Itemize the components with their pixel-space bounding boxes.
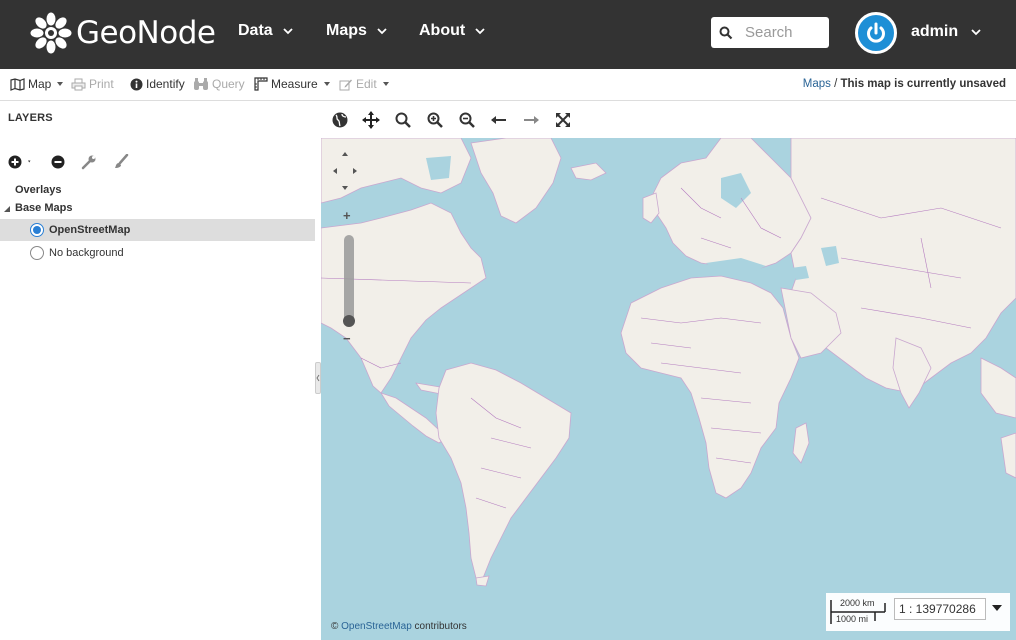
expand-triangle-icon[interactable] — [3, 205, 11, 213]
search-icon — [719, 26, 733, 39]
globe-icon[interactable] — [331, 111, 349, 129]
map-icon — [10, 77, 25, 91]
chevron-down-icon — [377, 28, 387, 35]
caret-down-icon[interactable] — [992, 605, 1002, 611]
query-button[interactable]: Query — [193, 77, 245, 91]
scale-km-label: 2000 km — [840, 598, 875, 608]
edit-icon — [339, 79, 352, 90]
binoculars-icon — [194, 77, 208, 90]
scale-select[interactable]: 1 : 139770286 — [894, 598, 986, 620]
nav-data-label: Data — [238, 22, 273, 39]
info-icon — [130, 78, 143, 90]
nav-maps-label: Maps — [326, 22, 367, 39]
layer-radio[interactable] — [30, 246, 44, 260]
geonode-flower-icon — [30, 12, 72, 54]
geonode-logo[interactable]: GeoNode — [30, 10, 216, 56]
previous-extent-icon[interactable] — [490, 111, 508, 129]
attribution-osm-link[interactable]: OpenStreetMap — [341, 621, 412, 632]
chevron-down-icon — [971, 29, 981, 36]
zoom-slider-track[interactable] — [344, 235, 354, 325]
search-box — [711, 17, 829, 48]
scale-widget: 2000 km 1000 mi 1 : 139770286 — [826, 593, 1010, 631]
map-canvas[interactable]: + − 2000 km 1000 mi 1 : 139770286 © Open… — [321, 138, 1016, 640]
power-icon — [867, 22, 885, 43]
layer-styles-button[interactable] — [113, 153, 129, 173]
zoom-out-icon[interactable] — [458, 111, 476, 129]
add-layer-button[interactable] — [8, 154, 32, 173]
map-tools-bar — [321, 101, 1016, 138]
nav-data-menu[interactable]: Data — [238, 22, 293, 40]
nav-about-label: About — [419, 22, 466, 39]
minus-circle-icon — [51, 155, 65, 169]
print-icon — [71, 78, 86, 90]
caret-down-icon — [57, 82, 64, 86]
zoom-box-icon[interactable] — [394, 111, 412, 129]
layer-properties-button[interactable] — [81, 154, 97, 173]
zoom-in-control[interactable]: + — [343, 208, 351, 223]
tree-group-overlays[interactable]: Overlays — [15, 184, 61, 196]
edit-label: Edit — [356, 77, 377, 91]
nav-maps-menu[interactable]: Maps — [326, 22, 387, 40]
caret-down-icon — [323, 82, 330, 86]
attribution-suffix: contributors — [411, 621, 467, 632]
tree-group-base-maps[interactable]: Base Maps — [15, 202, 72, 214]
pan-arrows-control[interactable] — [331, 150, 359, 192]
layer-row-no-background[interactable]: No background — [0, 242, 315, 264]
wrench-icon — [81, 155, 96, 170]
nav-about-menu[interactable]: About — [419, 22, 485, 40]
layer-row-openstreetmap[interactable]: OpenStreetMap — [0, 219, 315, 241]
layers-title: LAYERS — [8, 112, 53, 124]
identify-button[interactable]: Identify — [130, 77, 185, 91]
measure-label: Measure — [271, 77, 318, 91]
zoom-out-control[interactable]: − — [343, 331, 351, 346]
search-input[interactable] — [745, 24, 825, 41]
breadcrumb-current: This map is currently unsaved — [840, 78, 1006, 90]
scale-mi-label: 1000 mi — [836, 614, 869, 624]
breadcrumb: Maps / This map is currently unsaved — [803, 78, 1006, 90]
map-toolbar: Map Print Identify Query Measure Edit Ma… — [0, 69, 1016, 101]
user-menu[interactable]: admin — [911, 23, 982, 41]
print-button[interactable]: Print — [71, 77, 114, 91]
layer-radio[interactable] — [30, 223, 44, 237]
attribution-copyright: © — [331, 621, 342, 632]
chevron-down-icon — [475, 28, 485, 35]
top-navbar: GeoNode Data Maps About admin — [0, 0, 1016, 69]
map-menu-label: Map — [28, 77, 52, 91]
identify-label: Identify — [146, 77, 185, 91]
brand-name: GeoNode — [76, 15, 216, 51]
pan-move-icon[interactable] — [362, 111, 380, 129]
basemap-openstreetmap — [321, 138, 1016, 587]
zoom-in-icon[interactable] — [426, 111, 444, 129]
collapse-arrow-icon — [316, 374, 320, 382]
remove-layer-button[interactable] — [50, 154, 66, 173]
layers-panel: LAYERS Overlays Base Maps OpenStreetMap … — [0, 101, 315, 640]
map-attribution: © OpenStreetMap contributors — [331, 621, 467, 632]
layer-label: OpenStreetMap — [49, 224, 131, 236]
breadcrumb-maps-link[interactable]: Maps — [803, 78, 831, 90]
edit-menu-button[interactable]: Edit — [339, 77, 389, 91]
chevron-down-icon — [283, 28, 293, 35]
print-label: Print — [89, 77, 114, 91]
ruler-icon — [254, 77, 268, 91]
fullscreen-icon[interactable] — [554, 111, 572, 129]
zoom-slider-knob[interactable] — [343, 315, 355, 327]
user-avatar[interactable] — [855, 12, 897, 54]
user-name-label: admin — [911, 23, 959, 40]
paintbrush-icon — [115, 153, 129, 168]
map-menu-button[interactable]: Map — [10, 77, 64, 91]
plus-circle-icon — [8, 155, 31, 169]
next-extent-icon[interactable] — [522, 111, 540, 129]
query-label: Query — [212, 77, 245, 91]
measure-menu-button[interactable]: Measure — [254, 77, 330, 91]
caret-down-icon — [382, 82, 389, 86]
layer-label: No background — [49, 247, 124, 259]
